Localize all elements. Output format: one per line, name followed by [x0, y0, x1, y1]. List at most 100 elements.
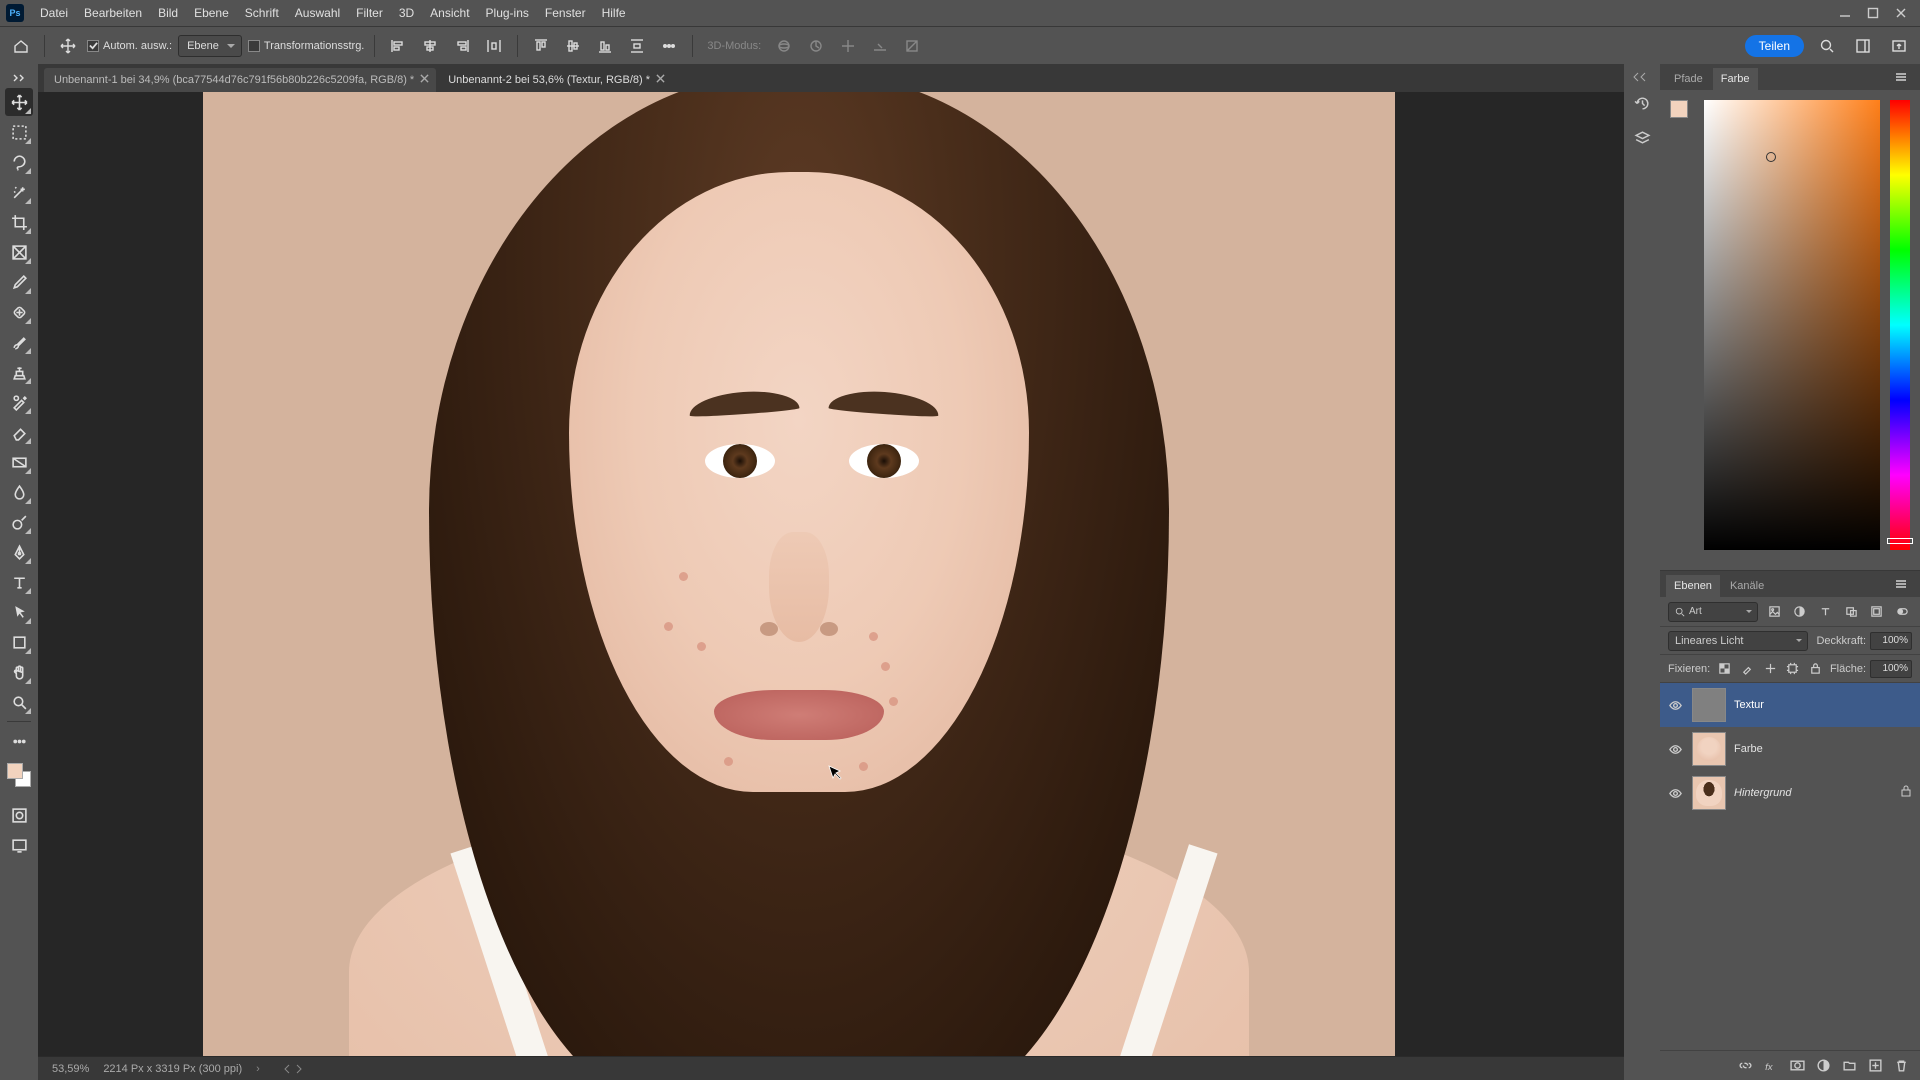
- opacity-field[interactable]: [1870, 632, 1912, 650]
- saturation-value-picker[interactable]: [1704, 100, 1880, 550]
- document-tab[interactable]: Unbenannt-1 bei 34,9% (bca77544d76c791f5…: [44, 68, 436, 92]
- layers-panel-icon[interactable]: [1629, 124, 1655, 150]
- tab-ebenen[interactable]: Ebenen: [1666, 575, 1720, 597]
- layer-name[interactable]: Farbe: [1734, 743, 1763, 755]
- layer-name[interactable]: Hintergrund: [1734, 787, 1791, 799]
- hue-slider[interactable]: [1890, 100, 1910, 550]
- frame-tool[interactable]: [5, 238, 33, 266]
- close-icon[interactable]: [656, 74, 666, 84]
- fx-icon[interactable]: fx: [1764, 1058, 1780, 1074]
- history-panel-icon[interactable]: [1629, 90, 1655, 116]
- toolbar-collapse-icon[interactable]: [6, 70, 32, 86]
- link-layers-icon[interactable]: [1738, 1058, 1754, 1074]
- layer-row[interactable]: Hintergrund: [1660, 771, 1920, 815]
- expand-dock-icon[interactable]: [1631, 70, 1653, 82]
- color-swatches[interactable]: [5, 761, 33, 789]
- visibility-toggle-icon[interactable]: [1668, 741, 1684, 757]
- lock-artboard-icon[interactable]: [1784, 660, 1801, 678]
- panel-color-swatches[interactable]: [1670, 100, 1694, 124]
- menu-hilfe[interactable]: Hilfe: [594, 0, 634, 26]
- menu-3d[interactable]: 3D: [391, 0, 422, 26]
- lock-transparency-icon[interactable]: [1716, 660, 1733, 678]
- clone-stamp-tool[interactable]: [5, 358, 33, 386]
- pen-tool[interactable]: [5, 538, 33, 566]
- filter-smart-icon[interactable]: [1867, 602, 1887, 622]
- lasso-tool[interactable]: [5, 148, 33, 176]
- path-select-tool[interactable]: [5, 598, 33, 626]
- brush-tool[interactable]: [5, 328, 33, 356]
- healing-brush-tool[interactable]: [5, 298, 33, 326]
- type-tool[interactable]: [5, 568, 33, 596]
- tab-kanaele[interactable]: Kanäle: [1722, 575, 1772, 597]
- filter-toggle-switch[interactable]: [1892, 602, 1912, 622]
- lock-paint-icon[interactable]: [1739, 660, 1756, 678]
- panel-menu-icon[interactable]: [1888, 64, 1914, 90]
- export-icon[interactable]: [1886, 33, 1912, 59]
- visibility-toggle-icon[interactable]: [1668, 697, 1684, 713]
- move-tool[interactable]: [5, 88, 33, 116]
- filter-shape-icon[interactable]: [1841, 602, 1861, 622]
- window-minimize-button[interactable]: [1838, 6, 1852, 20]
- align-left-icon[interactable]: [385, 33, 411, 59]
- align-hcenter-icon[interactable]: [417, 33, 443, 59]
- layer-thumbnail[interactable]: [1692, 688, 1726, 722]
- share-button[interactable]: Teilen: [1745, 35, 1804, 57]
- window-maximize-button[interactable]: [1866, 6, 1880, 20]
- align-top-icon[interactable]: [528, 33, 554, 59]
- canvas-area[interactable]: [38, 92, 1624, 1056]
- zoom-tool[interactable]: [5, 688, 33, 716]
- mask-icon[interactable]: [1790, 1058, 1806, 1074]
- menu-schrift[interactable]: Schrift: [237, 0, 287, 26]
- transform-controls-checkbox[interactable]: Transformationsstrg.: [248, 40, 364, 52]
- distribute-h-icon[interactable]: [481, 33, 507, 59]
- workspace-icon[interactable]: [1850, 33, 1876, 59]
- fill-field[interactable]: [1870, 660, 1912, 678]
- magic-wand-tool[interactable]: [5, 178, 33, 206]
- scroll-right-icon[interactable]: [294, 1064, 304, 1074]
- marquee-tool[interactable]: [5, 118, 33, 146]
- layer-thumbnail[interactable]: [1692, 732, 1726, 766]
- foreground-color[interactable]: [1670, 100, 1688, 118]
- history-brush-tool[interactable]: [5, 388, 33, 416]
- gradient-tool[interactable]: [5, 448, 33, 476]
- screenmode-toggle[interactable]: [5, 831, 33, 859]
- tab-farbe[interactable]: Farbe: [1713, 68, 1758, 90]
- menu-datei[interactable]: Datei: [32, 0, 76, 26]
- search-icon[interactable]: [1814, 33, 1840, 59]
- blur-tool[interactable]: [5, 478, 33, 506]
- trash-icon[interactable]: [1894, 1058, 1910, 1074]
- eraser-tool[interactable]: [5, 418, 33, 446]
- layer-thumbnail[interactable]: [1692, 776, 1726, 810]
- document-info[interactable]: 2214 Px x 3319 Px (300 ppi): [103, 1063, 242, 1075]
- foreground-swatch[interactable]: [7, 763, 23, 779]
- hand-tool[interactable]: [5, 658, 33, 686]
- edit-toolbar-icon[interactable]: [5, 727, 33, 755]
- align-bottom-icon[interactable]: [592, 33, 618, 59]
- close-icon[interactable]: [420, 74, 430, 84]
- document-canvas[interactable]: [203, 92, 1395, 1056]
- adjustment-layer-icon[interactable]: [1816, 1058, 1832, 1074]
- filter-type-icon[interactable]: [1816, 602, 1836, 622]
- new-layer-icon[interactable]: [1868, 1058, 1884, 1074]
- menu-filter[interactable]: Filter: [348, 0, 391, 26]
- panel-menu-icon[interactable]: [1888, 571, 1914, 597]
- move-tool-icon[interactable]: [55, 33, 81, 59]
- auto-select-checkbox[interactable]: Autom. ausw.:: [87, 40, 172, 52]
- dodge-tool[interactable]: [5, 508, 33, 536]
- menu-ansicht[interactable]: Ansicht: [422, 0, 477, 26]
- window-close-button[interactable]: [1894, 6, 1908, 20]
- lock-all-icon[interactable]: [1807, 660, 1824, 678]
- layer-row[interactable]: Textur: [1660, 683, 1920, 727]
- menu-auswahl[interactable]: Auswahl: [287, 0, 348, 26]
- group-icon[interactable]: [1842, 1058, 1858, 1074]
- home-button[interactable]: [8, 33, 34, 59]
- crop-tool[interactable]: [5, 208, 33, 236]
- align-vcenter-icon[interactable]: [560, 33, 586, 59]
- eyedropper-tool[interactable]: [5, 268, 33, 296]
- tab-pfade[interactable]: Pfade: [1666, 68, 1711, 90]
- scroll-left-icon[interactable]: [282, 1064, 292, 1074]
- distribute-v-icon[interactable]: [624, 33, 650, 59]
- document-tab[interactable]: Unbenannt-2 bei 53,6% (Textur, RGB/8) *: [438, 68, 672, 92]
- layer-name[interactable]: Textur: [1734, 699, 1764, 711]
- layer-row[interactable]: Farbe: [1660, 727, 1920, 771]
